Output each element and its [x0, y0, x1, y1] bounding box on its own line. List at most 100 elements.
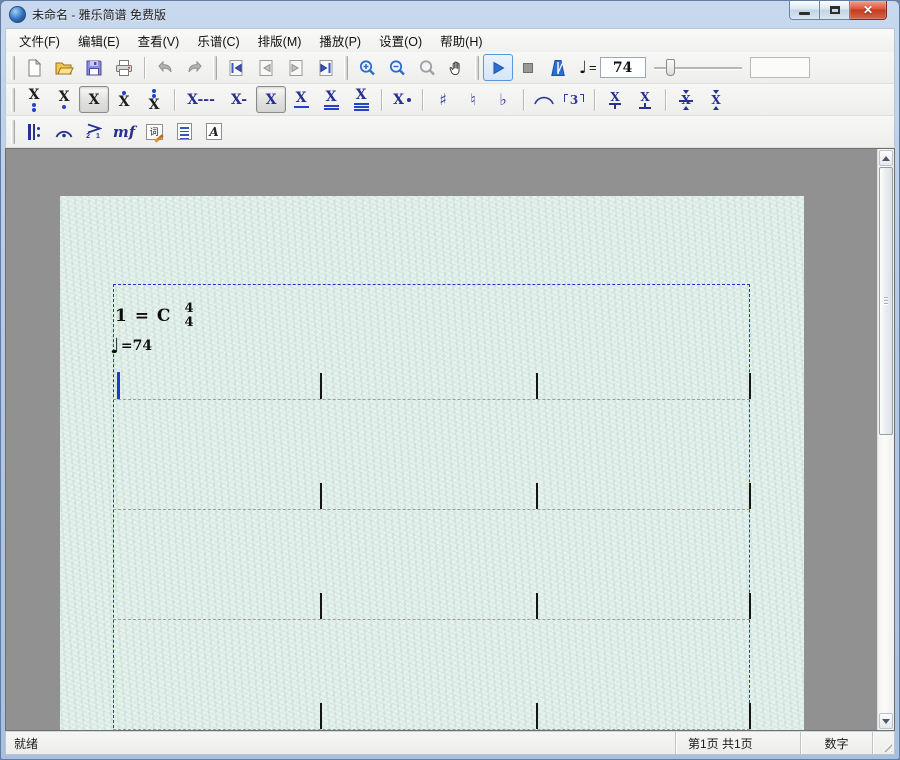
close-button[interactable]: ✕: [850, 1, 887, 20]
barline[interactable]: [749, 703, 751, 729]
quarter-note-button[interactable]: X: [256, 86, 286, 113]
barline[interactable]: [536, 483, 538, 509]
play-button[interactable]: [483, 54, 513, 81]
scroll-up-button[interactable]: [879, 150, 893, 166]
new-file-icon: [24, 58, 44, 78]
barline[interactable]: [320, 703, 322, 729]
resize-grip[interactable]: [880, 740, 892, 752]
natural-button[interactable]: ♮: [458, 86, 488, 113]
toolbar-separator: [381, 89, 382, 111]
menu-edit[interactable]: 编辑(E): [69, 28, 129, 53]
half-note-button[interactable]: X-: [222, 86, 256, 113]
barline[interactable]: [536, 593, 538, 619]
menu-help[interactable]: 帮助(H): [431, 28, 491, 53]
toolbar-separator: [422, 89, 423, 111]
octave-up-2-button[interactable]: X: [139, 86, 169, 113]
flat-button[interactable]: ♭: [488, 86, 518, 113]
maximize-button[interactable]: [820, 1, 850, 20]
octave-up-1-button[interactable]: X: [109, 86, 139, 113]
staff-row-line: [113, 619, 750, 620]
volta-icon: 2 1: [86, 123, 102, 140]
scroll-down-button[interactable]: [879, 713, 893, 729]
toolbar-separator: [523, 89, 524, 111]
title-bar[interactable]: 未命名 - 雅乐简谱 免费版 ✕: [5, 1, 895, 28]
volta-bracket-button[interactable]: 2 1: [79, 118, 109, 145]
slider-thumb[interactable]: [666, 59, 675, 76]
barline[interactable]: [320, 593, 322, 619]
toolbar-gripper[interactable]: [475, 56, 479, 80]
sharp-button[interactable]: ♯: [428, 86, 458, 113]
barline[interactable]: [749, 483, 751, 509]
toolbar-gripper[interactable]: [11, 56, 15, 80]
glissando-down-button[interactable]: X: [671, 86, 701, 113]
next-page-button[interactable]: [281, 54, 311, 81]
prev-page-button[interactable]: [251, 54, 281, 81]
menu-score[interactable]: 乐谱(C): [188, 28, 248, 53]
stop-button[interactable]: [513, 54, 543, 81]
slur-button[interactable]: [529, 86, 559, 113]
key-signature[interactable]: 1 = C 4 4: [115, 302, 194, 329]
menu-settings[interactable]: 设置(O): [370, 28, 431, 53]
tempo-input[interactable]: [600, 57, 646, 78]
menu-layout[interactable]: 排版(M): [249, 28, 311, 53]
vertical-scrollbar[interactable]: [877, 149, 894, 730]
dotted-note-button[interactable]: X: [387, 86, 417, 113]
menu-bar: 文件(F) 编辑(E) 查看(V) 乐谱(C) 排版(M) 播放(P) 设置(O…: [5, 28, 895, 52]
sixteenth-note-button[interactable]: X: [316, 86, 346, 113]
hand-pan-button[interactable]: [442, 54, 472, 81]
print-button[interactable]: [109, 54, 139, 81]
font-button[interactable]: A: [199, 118, 229, 145]
glissando-up-button[interactable]: X: [701, 86, 731, 113]
minimize-button[interactable]: [789, 1, 820, 20]
repeat-barline-button[interactable]: [19, 118, 49, 145]
octave-down-1-button[interactable]: X: [49, 86, 79, 113]
barline[interactable]: [536, 373, 538, 399]
score-page[interactable]: 1 = C 4 4 ♩ =74: [60, 196, 804, 730]
barline[interactable]: [320, 483, 322, 509]
staff-row-line: [113, 729, 750, 730]
menu-view[interactable]: 查看(V): [129, 28, 189, 53]
barline[interactable]: [320, 373, 322, 399]
scrollbar-thumb[interactable]: [879, 167, 893, 435]
toolbar-gripper[interactable]: [11, 88, 15, 112]
first-page-button[interactable]: [221, 54, 251, 81]
metronome-button[interactable]: [543, 54, 573, 81]
workspace[interactable]: 1 = C 4 4 ♩ =74: [6, 149, 877, 730]
play-icon: [489, 59, 507, 77]
octave-middle-button[interactable]: X: [79, 86, 109, 113]
menu-play[interactable]: 播放(P): [310, 28, 370, 53]
cursor-barline[interactable]: [117, 372, 120, 399]
triplet-button[interactable]: 3: [559, 86, 589, 113]
tempo-slider[interactable]: [654, 58, 742, 78]
menu-file[interactable]: 文件(F): [10, 28, 69, 53]
toolbar-gripper[interactable]: [344, 56, 348, 80]
open-file-button[interactable]: [49, 54, 79, 81]
eighth-note-button[interactable]: X: [286, 86, 316, 113]
undo-button[interactable]: [150, 54, 180, 81]
dynamics-button[interactable]: mf: [109, 118, 139, 145]
tenuto-note-button[interactable]: X: [630, 86, 660, 113]
text-block-button[interactable]: [169, 118, 199, 145]
toolbar-gripper[interactable]: [11, 120, 15, 144]
fermata-button[interactable]: [49, 118, 79, 145]
redo-button[interactable]: [180, 54, 210, 81]
staccato-note-button[interactable]: X: [600, 86, 630, 113]
thirty-second-note-button[interactable]: X: [346, 86, 376, 113]
zoom-window-button[interactable]: [412, 54, 442, 81]
tempo-marking[interactable]: ♩ =74: [110, 334, 152, 358]
last-page-button[interactable]: [311, 54, 341, 81]
new-file-button[interactable]: [19, 54, 49, 81]
save-button[interactable]: [79, 54, 109, 81]
toolbar-separator: [594, 89, 595, 111]
barline[interactable]: [749, 593, 751, 619]
zoom-out-button[interactable]: [382, 54, 412, 81]
zoom-window-icon: [417, 58, 437, 78]
lyrics-button[interactable]: 词: [139, 118, 169, 145]
window-controls: ✕: [789, 1, 887, 20]
whole-note-button[interactable]: X---: [180, 86, 222, 113]
octave-down-2-button[interactable]: X: [19, 86, 49, 113]
barline[interactable]: [749, 373, 751, 399]
toolbar-gripper[interactable]: [213, 56, 217, 80]
zoom-in-button[interactable]: [352, 54, 382, 81]
barline[interactable]: [536, 703, 538, 729]
